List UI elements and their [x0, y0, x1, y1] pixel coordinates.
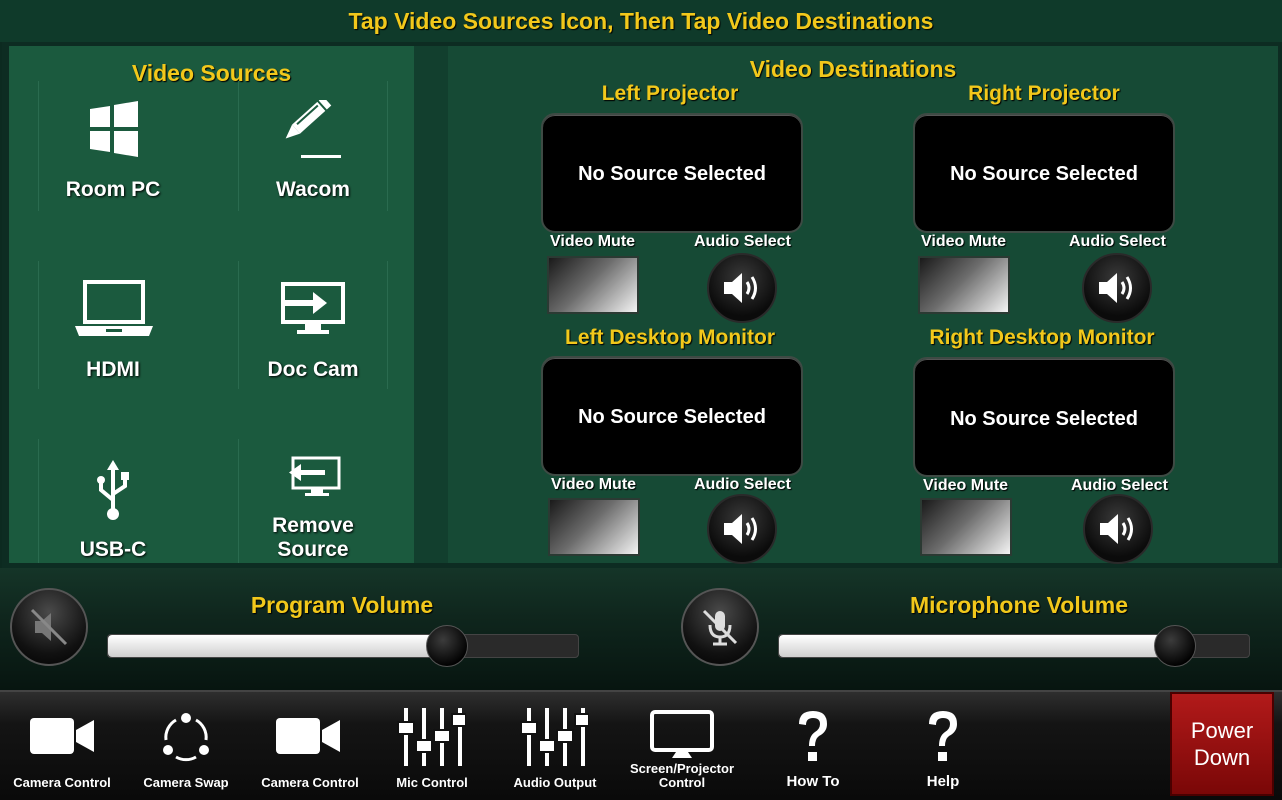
dest-title-left-desktop-monitor: Left Desktop Monitor [565, 326, 775, 349]
dest-left-projector-button[interactable]: No Source Selected [541, 113, 803, 233]
program-volume-title: Program Volume [250, 592, 434, 618]
source-label-line1: Remove [272, 514, 354, 537]
nav-label: Mic Control [396, 775, 468, 790]
dest-status: No Source Selected [950, 163, 1138, 185]
nav-label: Audio Output [513, 775, 597, 790]
audio-select-label: Audio Select [694, 476, 791, 493]
source-label: Wacom [276, 178, 350, 201]
nav-camera-swap-button[interactable]: Camera Swap [124, 692, 248, 796]
question-icon [799, 711, 827, 761]
volume-area: Program Volume Microphone Volume [0, 568, 1282, 690]
camera-swap-icon [163, 713, 209, 762]
remove-source-icon [289, 456, 341, 496]
speaker-icon [1100, 514, 1133, 544]
microphone-volume-knob[interactable] [1154, 625, 1196, 667]
usb-icon [97, 460, 129, 520]
nav-camera-control-button[interactable]: Camera Control [248, 692, 372, 796]
microphone-volume-fill [779, 635, 1174, 657]
page-title: Tap Video Sources Icon, Then Tap Video D… [0, 0, 1282, 42]
dest-status: No Source Selected [950, 408, 1138, 430]
speaker-icon [724, 273, 757, 303]
microphone-muted-icon [702, 609, 738, 646]
nav-label: Camera Swap [143, 775, 229, 790]
source-label: HDMI [86, 358, 140, 381]
dest-status: No Source Selected [578, 406, 766, 428]
source-label: Doc Cam [267, 358, 359, 381]
nav-label: How To [786, 773, 840, 790]
speaker-icon [1099, 273, 1132, 303]
laptop-icon [75, 280, 153, 336]
source-doc-cam-button[interactable]: Doc Cam [213, 266, 413, 446]
video-mute-button[interactable] [920, 498, 1012, 556]
bottom-nav-bar: Camera Control Camera Swap Camera Contro… [0, 690, 1282, 800]
dest-left-desktop-monitor-button[interactable]: No Source Selected [541, 356, 803, 476]
program-volume-knob[interactable] [426, 625, 468, 667]
video-mute-button[interactable] [918, 256, 1010, 314]
audio-select-label: Audio Select [1069, 233, 1166, 250]
video-destinations-panel: Video Destinations Left Projector No Sou… [448, 46, 1278, 564]
mixer-icon [520, 708, 589, 766]
source-room-pc-button[interactable]: Room PC [13, 86, 213, 266]
program-volume-fill [108, 635, 446, 657]
monitor-icon [650, 710, 714, 758]
video-sources-panel: Video Sources Room PC Wacom HDMI Doc Cam… [9, 46, 414, 563]
nav-label-line2: Control [658, 775, 706, 790]
nav-screen-projector-control-button[interactable]: Screen/Projector Control [620, 692, 744, 796]
audio-select-button[interactable] [1083, 494, 1153, 564]
audio-select-label: Audio Select [1071, 477, 1168, 494]
source-hdmi-button[interactable]: HDMI [13, 266, 213, 446]
nav-audio-output-button[interactable]: Audio Output [493, 692, 617, 796]
video-sources-title: Video Sources [131, 60, 292, 86]
pen-icon [285, 100, 341, 158]
camera-icon [30, 718, 94, 754]
dest-status: No Source Selected [578, 163, 766, 185]
windows-icon [90, 101, 138, 157]
speaker-muted-icon [30, 608, 68, 646]
dest-title-right-desktop-monitor: Right Desktop Monitor [929, 326, 1155, 349]
power-label-line1: Power [1190, 718, 1254, 743]
video-mute-label: Video Mute [921, 233, 1007, 250]
nav-label: Help [926, 773, 960, 790]
doc-cam-icon [281, 282, 345, 334]
program-mute-button[interactable] [10, 588, 88, 666]
video-mute-label: Video Mute [551, 476, 637, 493]
power-down-button[interactable]: Power Down [1170, 692, 1274, 796]
speaker-icon [724, 514, 757, 544]
program-volume-slider[interactable] [107, 625, 579, 667]
panel-divider [414, 46, 448, 563]
audio-select-button[interactable] [707, 253, 777, 323]
video-mute-label: Video Mute [923, 477, 1009, 494]
power-label-line2: Down [1193, 745, 1251, 770]
nav-mic-control-button[interactable]: Mic Control [370, 692, 494, 796]
dest-title-left-projector: Left Projector [601, 82, 739, 105]
nav-help-button[interactable]: Help [881, 692, 1005, 796]
video-destinations-title: Video Destinations [749, 56, 957, 82]
microphone-volume-title: Microphone Volume [909, 592, 1129, 618]
audio-select-button[interactable] [1082, 253, 1152, 323]
nav-camera-control-button[interactable]: Camera Control [0, 692, 124, 796]
source-label: Room PC [65, 178, 161, 201]
dest-title-right-projector: Right Projector [968, 82, 1120, 105]
microphone-volume-slider[interactable] [778, 625, 1250, 667]
video-mute-label: Video Mute [550, 233, 636, 250]
audio-select-label: Audio Select [694, 233, 791, 250]
video-mute-button[interactable] [547, 256, 639, 314]
video-mute-button[interactable] [548, 498, 640, 556]
source-label-line2: Source [277, 538, 349, 561]
nav-label: Camera Control [261, 775, 359, 790]
source-wacom-button[interactable]: Wacom [213, 86, 413, 266]
mixer-icon [397, 708, 466, 766]
dest-right-desktop-monitor-button[interactable]: No Source Selected [913, 357, 1175, 477]
dest-right-projector-button[interactable]: No Source Selected [913, 113, 1175, 233]
nav-label-line1: Screen/Projector [629, 761, 735, 776]
source-label: USB-C [79, 538, 147, 561]
camera-icon [276, 718, 340, 754]
nav-label: Camera Control [13, 775, 111, 790]
microphone-mute-button[interactable] [681, 588, 759, 666]
audio-select-button[interactable] [707, 494, 777, 564]
question-icon [929, 711, 957, 761]
nav-how-to-button[interactable]: How To [751, 692, 875, 796]
